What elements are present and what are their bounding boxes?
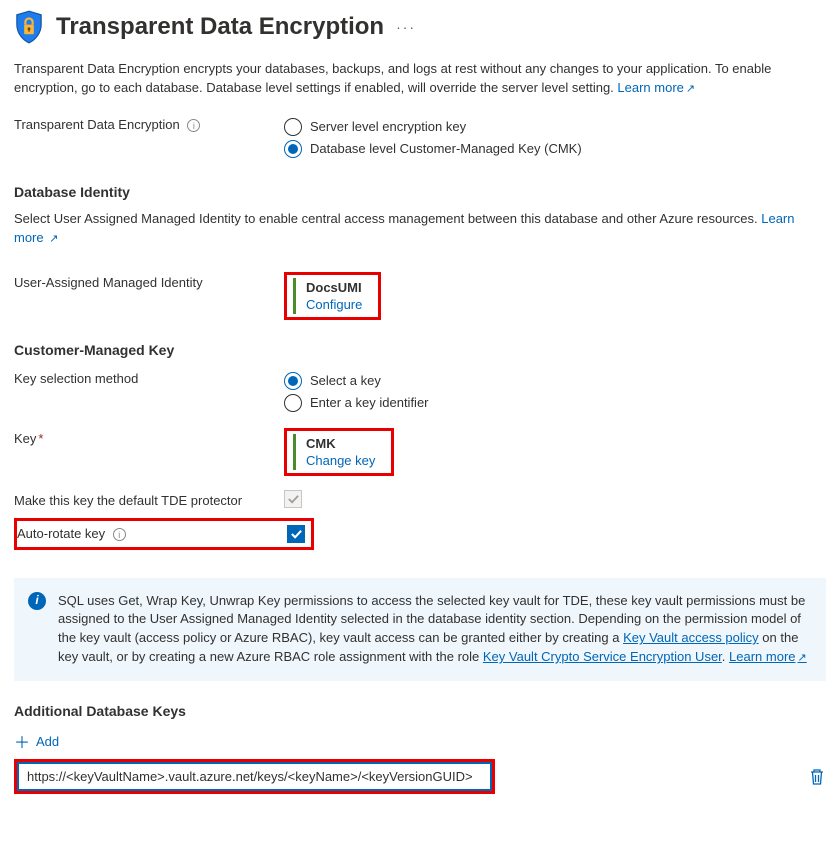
kebab-menu[interactable]: ··· <box>396 19 416 35</box>
additional-keys-heading: Additional Database Keys <box>14 703 826 719</box>
info-icon[interactable]: i <box>113 528 126 541</box>
learn-more-link[interactable]: Learn more↗ <box>617 80 695 95</box>
database-identity-desc: Select User Assigned Managed Identity to… <box>14 210 826 248</box>
key-name: CMK <box>306 436 375 451</box>
radio-icon <box>284 394 302 412</box>
radio-icon <box>284 140 302 158</box>
learn-more-link[interactable]: Learn more↗ <box>729 649 807 664</box>
required-asterisk: * <box>38 431 43 446</box>
cmk-heading: Customer-Managed Key <box>14 342 826 358</box>
check-icon <box>290 528 303 540</box>
plus-icon: ＋ <box>14 729 30 753</box>
radio-select-key[interactable]: Select a key <box>284 372 826 390</box>
add-key-label: Add <box>36 734 59 749</box>
kv-crypto-role-link[interactable]: Key Vault Crypto Service Encryption User <box>483 649 722 664</box>
check-icon <box>287 493 300 505</box>
radio-server-level-label: Server level encryption key <box>310 119 466 134</box>
info-callout: i SQL uses Get, Wrap Key, Unwrap Key per… <box>14 578 826 681</box>
key-highlight: CMK Change key <box>284 428 394 476</box>
auto-rotate-highlight: Auto-rotate key i <box>14 518 314 550</box>
intro-text: Transparent Data Encryption encrypts you… <box>14 60 826 98</box>
key-label: Key <box>14 431 36 446</box>
add-key-button[interactable]: ＋ Add <box>14 729 826 753</box>
auto-rotate-checkbox[interactable] <box>287 525 305 543</box>
database-identity-heading: Database Identity <box>14 184 826 200</box>
radio-select-key-label: Select a key <box>310 373 381 388</box>
info-badge-icon: i <box>28 592 46 610</box>
radio-db-level-cmk[interactable]: Database level Customer-Managed Key (CMK… <box>284 140 826 158</box>
key-input-highlight <box>14 759 495 794</box>
kv-access-policy-link[interactable]: Key Vault access policy <box>623 630 759 645</box>
uami-highlight: DocsUMI Configure <box>284 272 381 320</box>
auto-rotate-label: Auto-rotate key <box>17 526 105 541</box>
info-icon[interactable]: i <box>187 119 200 132</box>
default-protector-label: Make this key the default TDE protector <box>14 493 242 508</box>
delete-key-icon[interactable] <box>808 768 826 786</box>
key-selection-label: Key selection method <box>14 371 138 386</box>
shield-lock-icon <box>14 10 44 44</box>
uami-configure-link[interactable]: Configure <box>306 297 362 312</box>
default-protector-checkbox <box>284 490 302 508</box>
uami-name: DocsUMI <box>306 280 362 295</box>
external-link-icon: ↗ <box>686 83 695 95</box>
radio-enter-identifier-label: Enter a key identifier <box>310 395 429 410</box>
radio-icon <box>284 372 302 390</box>
external-link-icon: ↗ <box>49 233 58 245</box>
change-key-link[interactable]: Change key <box>306 453 375 468</box>
radio-server-level[interactable]: Server level encryption key <box>284 118 826 136</box>
uami-label: User-Assigned Managed Identity <box>14 275 203 290</box>
key-identifier-input[interactable] <box>17 762 492 791</box>
radio-icon <box>284 118 302 136</box>
page-title: Transparent Data Encryption <box>56 13 384 41</box>
radio-enter-identifier[interactable]: Enter a key identifier <box>284 394 826 412</box>
tde-label: Transparent Data Encryption <box>14 117 180 132</box>
radio-db-level-label: Database level Customer-Managed Key (CMK… <box>310 141 582 156</box>
external-link-icon: ↗ <box>798 652 807 664</box>
